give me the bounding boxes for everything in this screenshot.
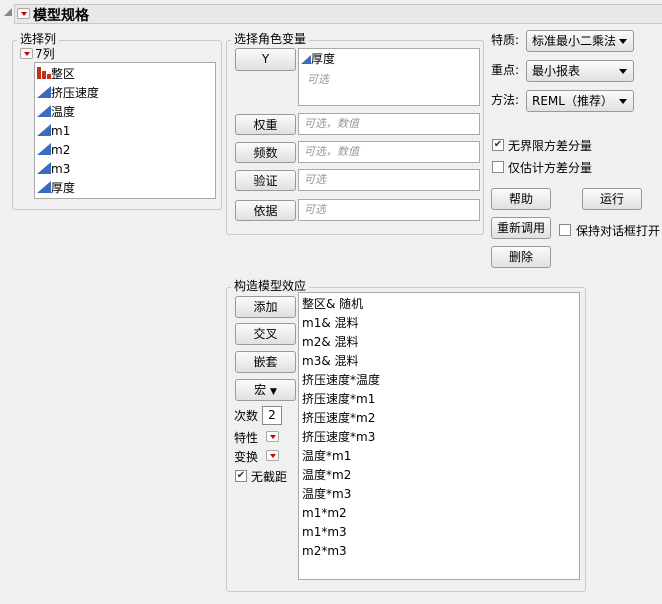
personality-value: 标准最小二乘法 [532, 34, 617, 48]
continuous-icon [37, 105, 51, 117]
effect-item[interactable]: 挤压速度*m2 [302, 409, 375, 428]
column-item[interactable]: m3 [37, 160, 70, 179]
effect-item[interactable]: 整区& 随机 [302, 295, 363, 314]
estimate-only-checkbox[interactable] [492, 161, 504, 173]
personality-label: 特质: [491, 33, 520, 47]
effect-item[interactable]: 温度*m3 [302, 485, 351, 504]
remove-button[interactable]: 删除 [491, 246, 551, 268]
disclosure-icon[interactable] [4, 8, 12, 16]
unbounded-checkbox[interactable]: ✔ [492, 139, 504, 151]
column-name: 整区 [51, 67, 76, 81]
method-label: 方法: [491, 93, 520, 107]
chevron-down-icon [619, 69, 627, 74]
unbounded-label: 无界限方差分量 [508, 139, 593, 153]
continuous-icon [37, 181, 51, 193]
column-item[interactable]: 温度 [37, 103, 75, 122]
column-name: 挤压速度 [51, 86, 100, 100]
nominal-icon [37, 67, 51, 79]
effect-item[interactable]: 温度*m1 [302, 447, 351, 466]
effect-item[interactable]: m1*m2 [302, 504, 347, 523]
effect-item[interactable]: 温度*m2 [302, 466, 351, 485]
run-button[interactable]: 运行 [582, 188, 642, 210]
method-value: REML（推荐） [532, 94, 613, 108]
freq-button[interactable]: 频数 [235, 142, 296, 163]
attributes-label: 特性 [234, 431, 259, 445]
emphasis-label: 重点: [491, 63, 520, 77]
recall-button[interactable]: 重新调用 [491, 217, 551, 239]
attributes-menu-icon[interactable] [266, 431, 279, 442]
continuous-icon [37, 86, 51, 98]
help-button[interactable]: 帮助 [491, 188, 551, 210]
effect-item[interactable]: m1& 混料 [302, 314, 359, 333]
by-field[interactable]: 可选 [298, 199, 480, 221]
continuous-icon [37, 124, 51, 136]
effect-item[interactable]: m3& 混料 [302, 352, 359, 371]
column-item[interactable]: 厚度 [37, 179, 75, 198]
transform-menu-icon[interactable] [266, 450, 279, 461]
degree-label: 次数 [234, 409, 259, 423]
add-button[interactable]: 添加 [235, 296, 296, 318]
macros-label: 宏 [254, 383, 267, 397]
no-intercept-label: 无截距 [251, 470, 288, 484]
chevron-down-icon: ▼ [269, 387, 277, 397]
by-button[interactable]: 依据 [235, 200, 296, 221]
y-button[interactable]: Y [235, 48, 296, 71]
column-name: m3 [51, 162, 71, 176]
transform-label: 变换 [234, 450, 259, 464]
column-name: 温度 [51, 105, 76, 119]
emphasis-dropdown[interactable]: 最小报表 [526, 60, 634, 82]
no-intercept-checkbox[interactable]: ✔ [235, 470, 247, 482]
effect-item[interactable]: m2& 混料 [302, 333, 359, 352]
validation-field[interactable]: 可选 [298, 169, 480, 191]
effect-item[interactable]: 挤压速度*温度 [302, 371, 380, 390]
freq-field[interactable]: 可选，数值 [298, 141, 480, 163]
column-item[interactable]: 挤压速度 [37, 84, 99, 103]
weight-field[interactable]: 可选，数值 [298, 113, 480, 135]
effect-item[interactable]: m2*m3 [302, 542, 347, 561]
y-role-list[interactable]: 厚度 可选 [298, 48, 480, 106]
method-dropdown[interactable]: REML（推荐） [526, 90, 634, 112]
chevron-down-icon [619, 39, 627, 44]
keep-open-label: 保持对话框打开 [576, 224, 661, 238]
effect-item[interactable]: 挤压速度*m1 [302, 390, 375, 409]
keep-open-checkbox[interactable] [559, 224, 571, 236]
column-item[interactable]: 整区 [37, 65, 75, 84]
effects-list[interactable]: 整区& 随机 m1& 混料 m2& 混料 m3& 混料 挤压速度*温度 挤压速度*m1 挤压… [298, 292, 580, 580]
validation-button[interactable]: 验证 [235, 170, 296, 191]
chevron-down-icon [619, 99, 627, 104]
title-bar [14, 4, 662, 24]
continuous-icon [301, 55, 311, 64]
column-name: 厚度 [51, 181, 76, 195]
red-triangle-menu-icon[interactable] [17, 8, 30, 19]
effect-item[interactable]: 挤压速度*m3 [302, 428, 375, 447]
macros-button[interactable]: 宏 ▼ [235, 379, 296, 401]
column-item[interactable]: m1 [37, 122, 70, 141]
column-item[interactable]: m2 [37, 141, 70, 160]
estimate-only-label: 仅估计方差分量 [508, 161, 593, 175]
column-name: m1 [51, 124, 71, 138]
roles-label: 选择角色变量 [231, 30, 310, 47]
column-count: 7列 [35, 47, 55, 61]
weight-button[interactable]: 权重 [235, 114, 296, 135]
y-value: 厚度 [311, 52, 336, 66]
degree-input[interactable]: 2 [262, 406, 282, 425]
cross-button[interactable]: 交叉 [235, 323, 296, 345]
effect-item[interactable]: m1*m3 [302, 523, 347, 542]
personality-dropdown[interactable]: 标准最小二乘法 [526, 30, 634, 52]
continuous-icon [37, 162, 51, 174]
y-placeholder: 可选 [307, 73, 329, 86]
column-name: m2 [51, 143, 71, 157]
emphasis-value: 最小报表 [532, 64, 581, 78]
column-list[interactable]: 整区挤压速度温度 m1 m2 m3 厚度 [34, 62, 216, 199]
columns-menu-icon[interactable] [20, 48, 33, 59]
continuous-icon [37, 143, 51, 155]
nest-button[interactable]: 嵌套 [235, 351, 296, 373]
page-title: 模型规格 [33, 8, 89, 24]
